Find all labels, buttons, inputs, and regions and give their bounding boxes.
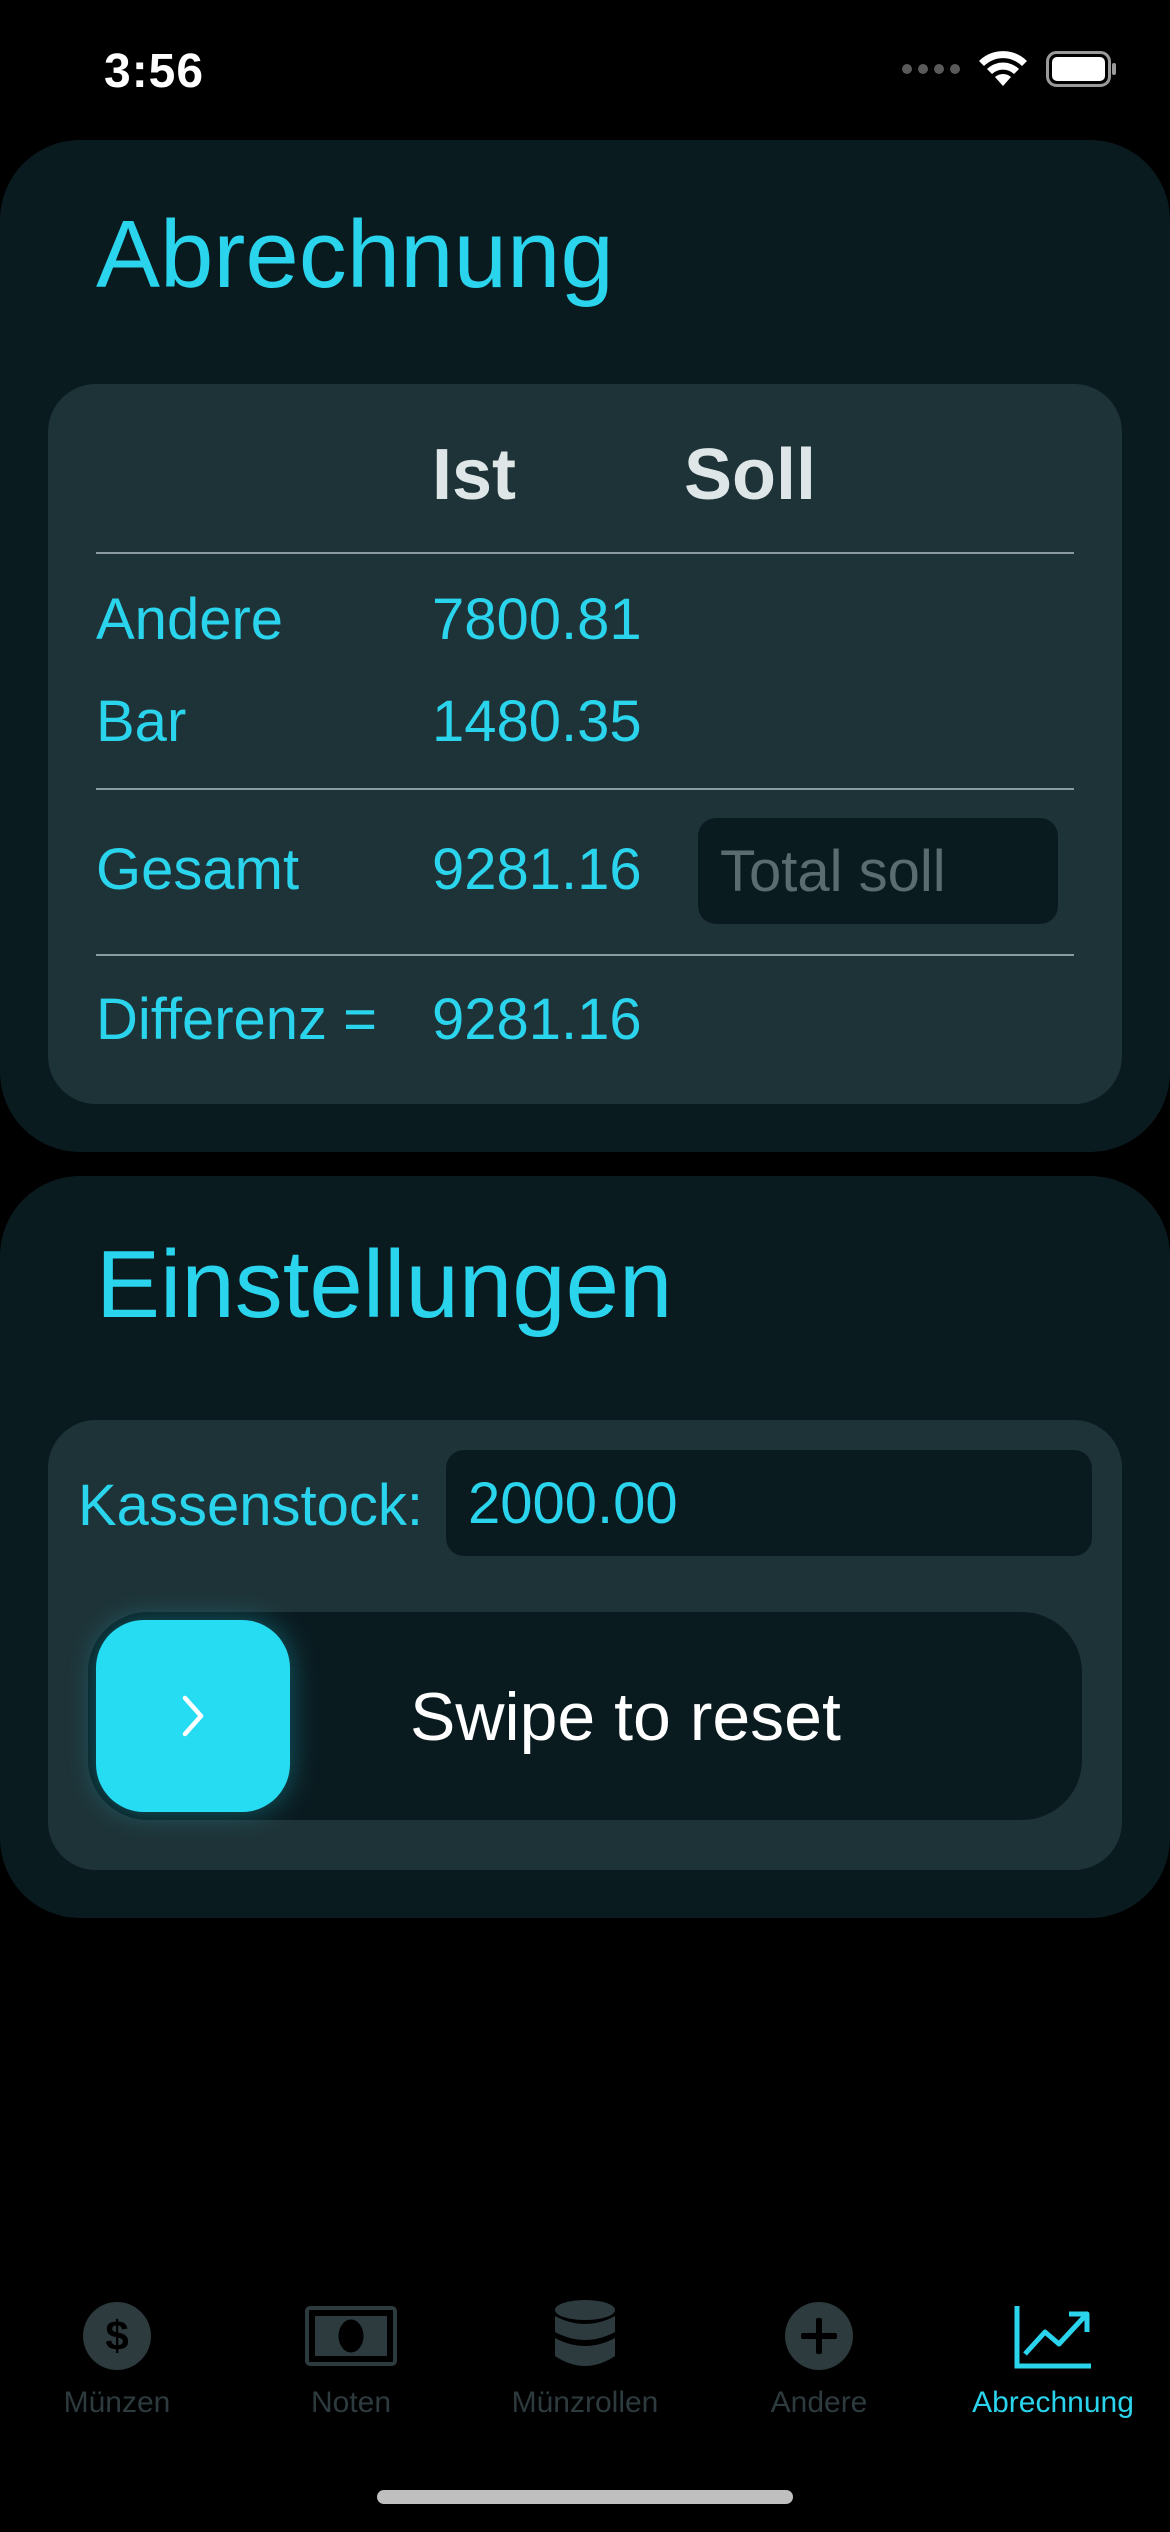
- tab-abrechnung[interactable]: Abrechnung: [936, 2280, 1170, 2440]
- dollar-circle-icon: $: [62, 2296, 172, 2376]
- row-label-andere: Andere: [96, 587, 284, 652]
- einstellungen-panel: Kassenstock: Swipe to reset: [48, 1420, 1122, 1870]
- tab-noten[interactable]: Noten: [234, 2280, 468, 2440]
- kassenstock-input[interactable]: [446, 1450, 1092, 1556]
- row-label-bar: Bar: [96, 689, 187, 754]
- abrechnung-card: Abrechnung Ist Soll Andere 7800.81 Bar 1…: [0, 140, 1170, 1152]
- abrechnung-title: Abrechnung: [96, 201, 614, 308]
- home-indicator: [377, 2490, 793, 2504]
- divider: [96, 552, 1074, 554]
- row-value-andere: 7800.81: [432, 587, 642, 652]
- status-bar: 3:56: [0, 0, 1170, 140]
- tab-label: Noten: [310, 2386, 392, 2419]
- battery-icon: [1046, 51, 1116, 87]
- difference-label: Differenz =: [96, 987, 378, 1052]
- divider: [96, 954, 1074, 956]
- tab-label: Andere: [770, 2386, 868, 2419]
- screen: 3:56 Abrechnung Ist Soll Andere 7800.81 …: [0, 0, 1170, 2532]
- status-icons: [902, 50, 1118, 88]
- einstellungen-title: Einstellungen: [96, 1231, 673, 1338]
- kassenstock-label: Kassenstock:: [78, 1473, 423, 1538]
- tab-bar: $ Münzen Noten Münzrollen Andere Abrechn…: [0, 2280, 1170, 2440]
- wifi-icon: [979, 51, 1027, 86]
- total-label: Gesamt: [96, 837, 300, 902]
- difference-value: 9281.16: [432, 987, 642, 1052]
- total-soll-input[interactable]: [698, 818, 1058, 924]
- chevron-right-icon: [182, 1695, 204, 1737]
- einstellungen-card: Einstellungen Kassenstock: Swipe to rese…: [0, 1176, 1170, 1918]
- tab-label: Münzrollen: [511, 2386, 659, 2419]
- status-time: 3:56: [104, 45, 205, 98]
- tab-andere[interactable]: Andere: [702, 2280, 936, 2440]
- banknote-icon: [296, 2296, 406, 2376]
- swipe-label: Swipe to reset: [410, 1679, 841, 1755]
- abrechnung-table: Ist Soll Andere 7800.81 Bar 1480.35 Gesa…: [48, 384, 1122, 1104]
- tab-label: Münzen: [63, 2386, 171, 2419]
- svg-text:$: $: [105, 2312, 128, 2359]
- tab-muenzen[interactable]: $ Münzen: [0, 2280, 234, 2440]
- plus-circle-icon: [764, 2296, 874, 2376]
- column-header-soll: Soll: [684, 435, 817, 515]
- tab-muenzrollen[interactable]: Münzrollen: [468, 2280, 702, 2440]
- column-header-ist: Ist: [432, 435, 517, 515]
- cellular-signal-icon: [902, 64, 960, 74]
- divider: [96, 788, 1074, 790]
- tab-label: Abrechnung: [972, 2386, 1134, 2419]
- total-ist-value: 9281.16: [432, 837, 642, 902]
- chart-trend-icon: [998, 2296, 1108, 2376]
- swipe-handle[interactable]: [96, 1620, 290, 1812]
- row-value-bar: 1480.35: [432, 689, 642, 754]
- swipe-to-reset-slider[interactable]: Swipe to reset: [88, 1612, 1082, 1820]
- coin-stack-icon: [530, 2296, 640, 2376]
